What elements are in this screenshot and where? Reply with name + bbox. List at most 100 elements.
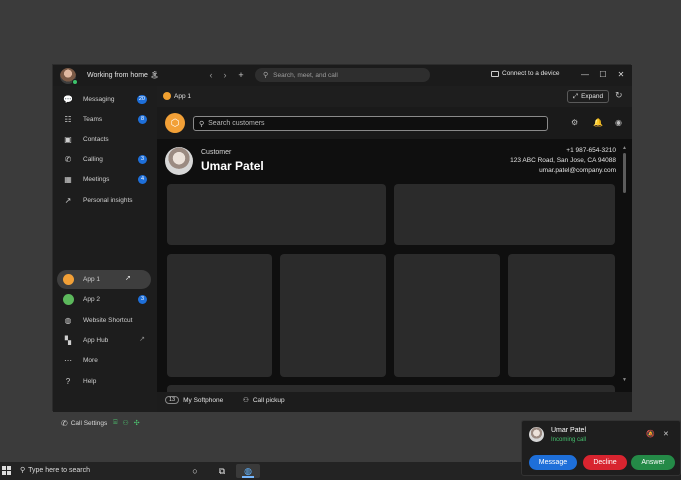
search-icon: ⚲ (199, 120, 205, 128)
forward-arrow-icon[interactable]: › (219, 69, 231, 81)
incoming-call-toast: Umar Patel Incoming call 🔕 ✕ Message Dec… (521, 420, 681, 476)
app1-tab-icon (163, 92, 171, 100)
gear-icon[interactable]: ⚙ (571, 118, 578, 127)
customer-search-input[interactable]: ⚲ Search customers (193, 116, 548, 131)
app-content: Customer Umar Patel +1 987-654-3210 123 … (157, 139, 632, 392)
my-softphone-button[interactable]: 13 My Softphone (165, 396, 223, 404)
content-card (280, 254, 386, 377)
sidebar-item-contacts[interactable]: ▣ Contacts (57, 130, 151, 149)
unread-badge: 3 (138, 155, 147, 164)
refresh-icon[interactable]: ↻ (615, 90, 623, 101)
unread-badge: 8 (138, 115, 147, 124)
search-icon: ⚲ (20, 467, 26, 474)
bell-icon[interactable]: 🔔 (593, 118, 603, 127)
sidebar-item-app2[interactable]: App 2 3 (57, 290, 151, 309)
app1-icon (61, 273, 75, 287)
sidebar-item-more[interactable]: ⋯ More (57, 351, 151, 370)
connect-device-button[interactable]: Connect to a device (491, 70, 559, 77)
voicemail-icon[interactable]: ⌸ (113, 419, 117, 427)
sidebar-item-label: Contacts (83, 136, 109, 143)
content-card (167, 254, 272, 377)
sidebar-item-meetings[interactable]: ▦ Meetings 4 (57, 170, 151, 189)
user-status-text[interactable]: Working from home 🏝 (87, 71, 159, 79)
expand-label: Expand (581, 93, 604, 100)
back-arrow-icon[interactable]: ‹ (205, 69, 217, 81)
main-panel: App 1 ⤢ Expand ↻ ⬡ ⚲ Search customers ⚙ … (157, 86, 632, 412)
search-icon: ⚲ (263, 72, 269, 79)
content-card (167, 184, 386, 245)
sidebar-item-app1[interactable]: App 1 ➚ (57, 270, 151, 289)
scroll-up-icon[interactable]: ▲ (622, 145, 627, 151)
cortana-icon[interactable]: ○ (183, 464, 207, 478)
sidebar-item-label: Calling (83, 156, 103, 163)
sidebar-item-teams[interactable]: ☷ Teams 8 (57, 110, 151, 129)
task-view-icon[interactable]: ⧉ (210, 464, 234, 478)
sidebar-item-label: Website Shortcut (83, 317, 133, 324)
message-button[interactable]: Message (529, 455, 577, 470)
sidebar-item-label: Meetings (83, 176, 110, 183)
sidebar-item-personal-insights[interactable]: ↗ Personal insights (57, 191, 151, 210)
presence-status-icon (72, 79, 78, 85)
customer-address: 123 ABC Road, San Jose, CA 94088 (510, 157, 616, 164)
profile-icon[interactable]: ◉ (615, 118, 622, 127)
sidebar-item-help[interactable]: ? Help (57, 372, 151, 391)
call-pickup-label: Call pickup (252, 396, 285, 404)
sidebar-item-app-hub[interactable]: ▚ App Hub ↗ (57, 331, 151, 350)
call-settings-icon: ✆ (61, 418, 68, 428)
call-settings-bar: ✆ Call Settings ⌸ ⚇ ✣ (53, 414, 157, 432)
new-plus-icon[interactable]: + (235, 69, 247, 81)
windows-start-icon[interactable] (2, 466, 11, 475)
expand-button[interactable]: ⤢ Expand (567, 90, 609, 103)
webex-app-window: Working from home 🏝 ‹ › + ⚲ Search, meet… (52, 64, 632, 428)
caller-name: Umar Patel (551, 427, 587, 434)
tab-app1[interactable]: App 1 (163, 92, 191, 100)
customer-email[interactable]: umar.patel@company.com (539, 167, 616, 174)
sidebar-item-label: App 2 (83, 296, 100, 303)
sidebar: 💬 Messaging 20 ☷ Teams 8 ▣ Contacts ✆ Ca… (53, 86, 157, 428)
network-icon[interactable]: ⚇ (122, 419, 128, 427)
taskbar-search[interactable]: ⚲ Type here to search (20, 466, 90, 475)
close-icon[interactable]: ✕ (663, 430, 669, 438)
content-card (394, 254, 500, 377)
webex-taskbar-icon[interactable]: ◍ (236, 464, 260, 478)
softphone-label: My Softphone (183, 396, 224, 404)
call-pickup-button[interactable]: ⚇ Call pickup (243, 396, 285, 405)
customer-name: Umar Patel (201, 159, 264, 173)
mute-ringer-icon[interactable]: 🔕 (646, 430, 655, 438)
decline-button[interactable]: Decline (583, 455, 627, 470)
content-scrollbar[interactable]: ▲ ▼ (622, 145, 627, 385)
app-tab-bar: App 1 ⤢ Expand ↻ (157, 86, 632, 107)
globe-icon: ◍ (64, 316, 72, 325)
global-search-input[interactable]: ⚲ Search, meet, and call (255, 68, 430, 82)
answer-button[interactable]: Answer (631, 455, 675, 470)
sidebar-item-label: More (83, 357, 98, 364)
app-logo-icon: ⬡ (165, 113, 185, 133)
customer-phone[interactable]: +1 987-654-3210 (566, 147, 616, 154)
external-link-icon: ↗ (139, 336, 145, 343)
sidebar-item-label: App Hub (83, 337, 109, 344)
minimize-icon[interactable]: — (579, 69, 591, 81)
help-icon: ? (65, 377, 71, 386)
call-settings-button[interactable]: Call Settings (71, 420, 108, 427)
softphone-line-number: 13 (165, 396, 180, 404)
sidebar-item-messaging[interactable]: 💬 Messaging 20 (57, 90, 151, 109)
sidebar-item-label: Messaging (83, 96, 115, 103)
sidebar-item-website-shortcut[interactable]: ◍ Website Shortcut (57, 311, 151, 330)
close-icon[interactable]: ✕ (615, 69, 627, 81)
app-hub-icon: ▚ (64, 336, 72, 345)
title-bar: Working from home 🏝 ‹ › + ⚲ Search, meet… (53, 65, 632, 86)
incoming-call-status: Incoming call (551, 437, 587, 443)
sidebar-item-calling[interactable]: ✆ Calling 3 (57, 150, 151, 169)
tab-label: App 1 (174, 92, 191, 100)
content-card (508, 254, 615, 377)
teams-icon: ☷ (64, 115, 72, 124)
scroll-down-icon[interactable]: ▼ (622, 377, 627, 383)
chat-bubble-icon: 💬 (63, 95, 73, 104)
headset-icon[interactable]: ✣ (134, 419, 140, 427)
customer-avatar (165, 147, 193, 175)
caller-avatar (529, 427, 544, 442)
scroll-thumb[interactable] (623, 153, 626, 193)
maximize-icon[interactable]: ☐ (597, 69, 609, 81)
insights-icon: ↗ (64, 196, 72, 205)
unread-badge: 3 (138, 295, 147, 304)
